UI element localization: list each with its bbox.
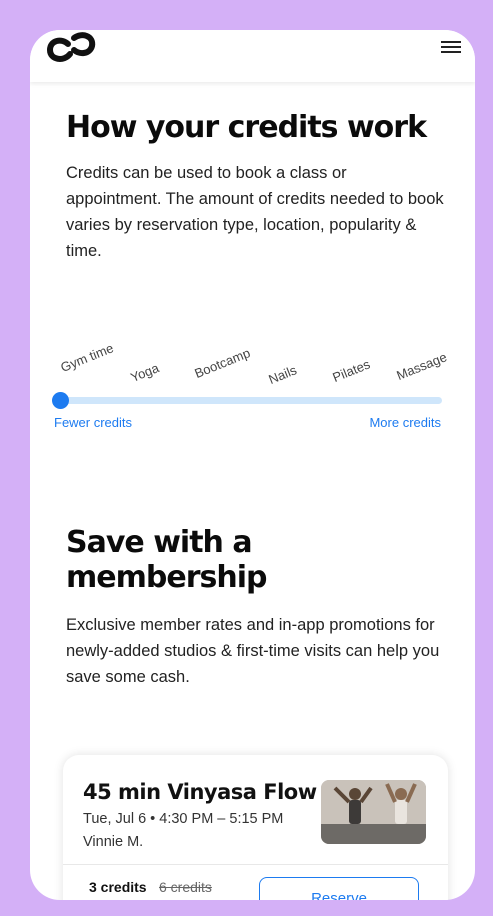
class-photo [321,780,426,844]
class-credits: 3 credits [89,879,147,895]
hamburger-menu-icon[interactable] [438,38,464,60]
credits-scale-knob[interactable] [52,392,69,409]
card-divider [63,864,448,865]
scale-category-yoga: Yoga [128,360,162,385]
class-datetime: Tue, Jul 6 • 4:30 PM – 5:15 PM [83,811,284,827]
scale-category-massage: Massage [394,349,449,383]
class-title: 45 min Vinyasa Flow [83,780,317,804]
class-card[interactable]: 45 min Vinyasa Flow Tue, Jul 6 • 4:30 PM… [63,755,448,900]
reserve-button[interactable]: Reserve [259,877,419,900]
credits-description: Credits can be used to book a class or a… [66,164,444,260]
fewer-credits-label: Fewer credits [54,415,133,430]
credits-scale-track [56,397,442,404]
credits-scale: Gym time Yoga Bootcamp Nails Pilates Mas… [50,330,470,440]
more-credits-label: More credits [369,415,441,430]
top-navigation-bar [30,30,475,82]
class-instructor: Vinnie M. [83,834,144,850]
credits-heading: How your credits work [66,110,427,145]
class-original-credits: 6 credits [159,879,212,895]
scale-category-gym-time: Gym time [58,340,116,375]
classpass-logo-icon[interactable] [44,30,96,66]
phone-screen: How your credits work Credits can be use… [30,30,475,900]
yoga-class-photo-icon [321,780,426,844]
scale-category-pilates: Pilates [330,356,373,385]
membership-heading: Save with a membership [66,525,267,595]
scale-category-nails: Nails [266,362,299,387]
scale-category-bootcamp: Bootcamp [192,345,253,381]
membership-description: Exclusive member rates and in-app promot… [66,616,440,686]
